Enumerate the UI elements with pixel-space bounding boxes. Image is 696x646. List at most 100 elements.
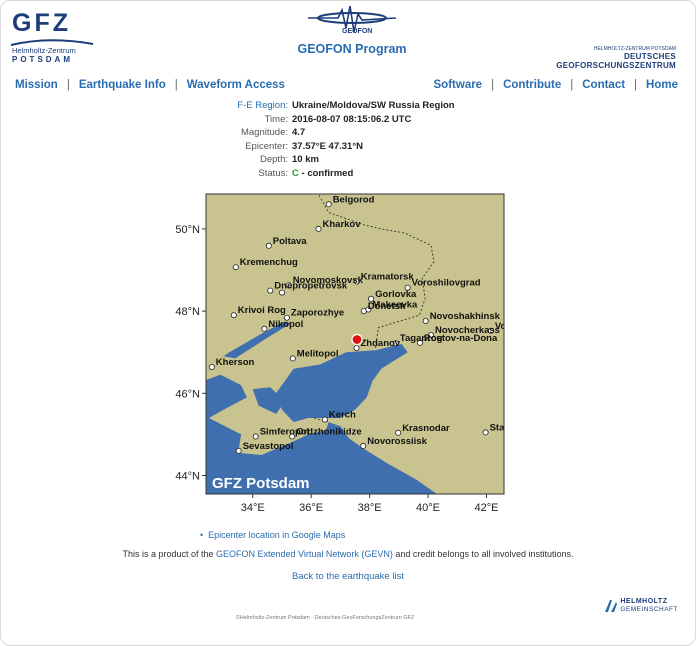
magnitude-label: Magnitude:	[240, 127, 288, 138]
lon-tick-label: 42°E	[474, 502, 498, 514]
city-label: Krivoi Rog	[238, 305, 286, 316]
map-links: • Epicenter location in Google Maps	[200, 530, 345, 540]
city-label: Kharkov	[323, 219, 362, 230]
lat-tick-label: 46°N	[175, 388, 200, 400]
dgz-logo-line2: DEUTSCHES	[623, 52, 676, 61]
region-label[interactable]: F-E Region:	[200, 99, 288, 113]
lon-tick-label: 40°E	[416, 502, 440, 514]
city-dot	[353, 345, 360, 352]
status-label: Status:	[258, 167, 288, 179]
nav-separator: |	[634, 79, 638, 91]
gfz-swoosh-icon	[10, 39, 94, 46]
lat-tick-label: 50°N	[175, 224, 200, 236]
city-label: Belgorod	[333, 194, 375, 205]
city-label: Makeevka	[372, 300, 418, 311]
info-row-status: Status: C - confirmed	[200, 167, 455, 181]
city-label: Novoshakhinsk	[430, 311, 501, 322]
page-title[interactable]: GEOFON Program	[290, 42, 414, 56]
nav-separator: |	[491, 79, 495, 91]
city-dot	[482, 429, 489, 436]
lat-tick-label: 48°N	[175, 306, 200, 318]
epicenter-map: Belgorod Kharkov Poltava Kremenchug Kramator…	[158, 190, 518, 520]
city-label: Kherson	[216, 357, 255, 368]
status-value: C - confirmed	[292, 167, 353, 181]
city-dot	[230, 312, 237, 319]
time-value: 2016-08-07 08:15:06.2 UTC	[292, 113, 412, 125]
info-row-magnitude: Magnitude: 4.7	[200, 126, 455, 140]
geofon-logo[interactable]: GEOFON	[298, 5, 406, 47]
city-label: Sevastopol	[243, 441, 294, 452]
nav-mission[interactable]: Mission	[15, 79, 58, 91]
city-label: Kremenchug	[240, 257, 298, 268]
bullet: •	[200, 530, 209, 540]
city-label: Kramatorsk	[361, 272, 415, 283]
nav-separator: |	[570, 79, 574, 91]
city-dot	[422, 317, 429, 324]
city-label: Melitopol	[297, 348, 339, 359]
nav-waveform-access[interactable]: Waveform Access	[187, 79, 285, 91]
credit-after: and credit belongs to all involved insti…	[392, 549, 574, 559]
time-label: Time:	[264, 113, 288, 125]
info-row-region: F-E Region: Ukraine/Moldova/SW Russia Reg…	[200, 99, 455, 113]
city-dot	[315, 225, 322, 232]
dgz-logo-line3: GEOFORSCHUNGSZENTRUM	[556, 61, 676, 70]
nav-earthquake-info[interactable]: Earthquake Info	[79, 79, 166, 91]
epicenter-marker	[351, 333, 363, 346]
city-label: Voroshilovgrad	[412, 278, 481, 289]
nav-separator: |	[66, 79, 70, 91]
footer-copyright: ©Helmholtz-Zentrum Potsdam - Deutsches G…	[235, 615, 415, 621]
event-info: F-E Region: Ukraine/Moldova/SW Russia Reg…	[200, 99, 455, 181]
status-code: C	[292, 167, 299, 179]
map-watermark: GFZ Potsdam	[212, 475, 310, 492]
nav-contribute[interactable]: Contribute	[503, 79, 561, 91]
gfz-dgz-logo[interactable]: HELMHOLTZ-ZENTRUM POTSDAM DEUTSCHES GEOF…	[556, 46, 676, 70]
depth-value: 10 km	[292, 154, 319, 165]
region-value: Ukraine/Moldova/SW Russia Region	[292, 100, 455, 111]
back-to-list-link[interactable]: Back to the earthquake list	[0, 571, 696, 582]
info-row-time: Time: 2016-08-07 08:15:06.2 UTC	[200, 113, 455, 127]
city-dot	[395, 429, 402, 436]
city-dot	[360, 442, 367, 449]
lon-tick-label: 34°E	[241, 502, 265, 514]
city-label: Rostov-na-Dona	[424, 333, 498, 344]
info-row-epicenter: Epicenter: 37.57°E 47.31°N	[200, 140, 455, 154]
city-dot	[208, 363, 215, 370]
city-label: Nikopol	[268, 319, 303, 330]
depth-label: Depth:	[260, 154, 288, 165]
helmholtz-line1: HELMHOLTZ	[620, 598, 668, 605]
credit-line: This is a product of the GEOFON Extended…	[0, 549, 696, 559]
city-label: Sta	[490, 422, 506, 433]
city-dot	[252, 433, 259, 440]
city-label: Novorossiisk	[367, 436, 427, 447]
helmholtz-logo[interactable]: HELMHOLTZ GEMEINSCHAFT	[605, 598, 678, 614]
city-label: Gorlovka	[375, 289, 417, 300]
credit-before: This is a product of the	[122, 549, 217, 559]
epicenter-value: 37.57°E 47.31°N	[292, 140, 363, 152]
google-maps-link[interactable]: Epicenter location in Google Maps	[208, 530, 345, 540]
helmholtz-line2: GEMEINSCHAFT	[620, 606, 678, 613]
status-text: - confirmed	[301, 167, 354, 179]
lon-tick-label: 38°E	[358, 502, 382, 514]
main-nav-right: Software | Contribute | Contact | Home	[434, 79, 678, 91]
gevn-link[interactable]: GEOFON Extended Virtual Network (GEVN)	[216, 549, 393, 559]
magnitude-value: 4.7	[292, 127, 306, 138]
nav-home[interactable]: Home	[646, 79, 678, 91]
city-dot	[232, 264, 239, 271]
map-svg: Belgorod Kharkov Poltava Kremenchug Kramator…	[175, 193, 506, 514]
city-label: Ordzhonikidze	[296, 427, 361, 438]
city-label: Poltava	[273, 236, 308, 247]
gfz-logo-word: GFZ	[12, 9, 71, 37]
geofon-seismogram-icon	[308, 5, 397, 33]
gfz-logo[interactable]: GFZ Helmholtz-Zentrum POTSDAM	[10, 9, 94, 64]
nav-software[interactable]: Software	[434, 79, 483, 91]
nav-separator: |	[174, 79, 178, 91]
gfz-logo-line1: Helmholtz-Zentrum	[12, 46, 76, 55]
city-dot	[265, 242, 272, 249]
city-dot	[289, 355, 296, 362]
lat-tick-label: 44°N	[175, 471, 200, 483]
city-dot	[267, 287, 274, 294]
city-dot	[235, 447, 242, 454]
nav-contact[interactable]: Contact	[582, 79, 625, 91]
city-dot	[321, 416, 328, 423]
city-label: Zaporozhye	[291, 308, 344, 319]
